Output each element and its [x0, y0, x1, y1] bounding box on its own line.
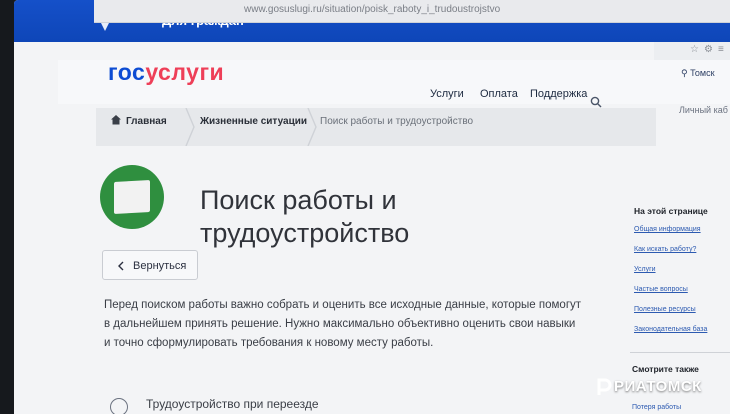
sidebar-title: На этой странице — [634, 206, 708, 216]
address-bar[interactable]: www.gosuslugi.ru/situation/poisk_raboty_… — [94, 0, 730, 23]
sidebar-link-general[interactable]: Общая информация — [634, 226, 701, 233]
menu-support[interactable]: Поддержка — [530, 88, 587, 100]
sidebar-link-resources[interactable]: Полезные ресурсы — [634, 306, 696, 313]
breadcrumb-home[interactable]: Главная — [126, 116, 167, 127]
breadcrumb-separator — [307, 108, 317, 146]
url-text[interactable]: www.gosuslugi.ru/situation/poisk_raboty_… — [244, 4, 500, 15]
sidebar-link-how-to-search[interactable]: Как искать работу? — [634, 246, 696, 253]
see-also-title: Смотрите также — [632, 364, 699, 374]
site-logo[interactable]: госуслуги — [108, 59, 224, 86]
page-title: Поиск работы и трудоустройство — [200, 185, 410, 249]
star-icon[interactable]: ☆ — [690, 44, 699, 55]
sidebar-link-services[interactable]: Услуги — [634, 266, 656, 273]
browser-toolbar-icons: ☆ ⚙ ≡ — [654, 42, 730, 60]
back-button[interactable]: Вернуться — [102, 250, 198, 280]
breadcrumb-current: Поиск работы и трудоустройство — [320, 116, 474, 127]
browser-screen: Для граждан www.gosuslugi.ru/situation/p… — [14, 0, 730, 414]
account-link[interactable]: Личный каб — [679, 105, 728, 115]
home-icon[interactable] — [110, 114, 122, 125]
sidebar-divider — [630, 352, 730, 353]
watermark: РИАТОМСК — [614, 378, 702, 395]
location-selector[interactable]: ⚲ Томск — [681, 68, 715, 79]
document-icon — [100, 165, 164, 229]
search-icon[interactable] — [590, 96, 602, 108]
see-also-link[interactable]: Потеря работы — [632, 404, 681, 411]
sidebar-link-legislation[interactable]: Законодательная база — [634, 326, 707, 333]
breadcrumb-life-situations[interactable]: Жизненные ситуации — [200, 116, 307, 127]
menu-payment[interactable]: Оплата — [480, 88, 518, 100]
breadcrumb — [96, 108, 656, 146]
menu-icon[interactable]: ≡ — [718, 44, 724, 55]
breadcrumb-separator — [185, 108, 195, 146]
section-relocation-link[interactable]: Трудоустройство при переезде — [146, 397, 319, 411]
extension-icon[interactable]: ⚙ — [704, 44, 713, 55]
section-icon — [110, 398, 128, 414]
sidebar-link-faq[interactable]: Частые вопросы — [634, 286, 688, 293]
menu-services[interactable]: Услуги — [430, 88, 464, 100]
watermark-logo-icon — [597, 378, 612, 395]
intro-text: Перед поиском работы важно собрать и оце… — [104, 299, 582, 349]
chevron-left-icon — [118, 261, 124, 271]
document-sheet — [114, 180, 150, 214]
